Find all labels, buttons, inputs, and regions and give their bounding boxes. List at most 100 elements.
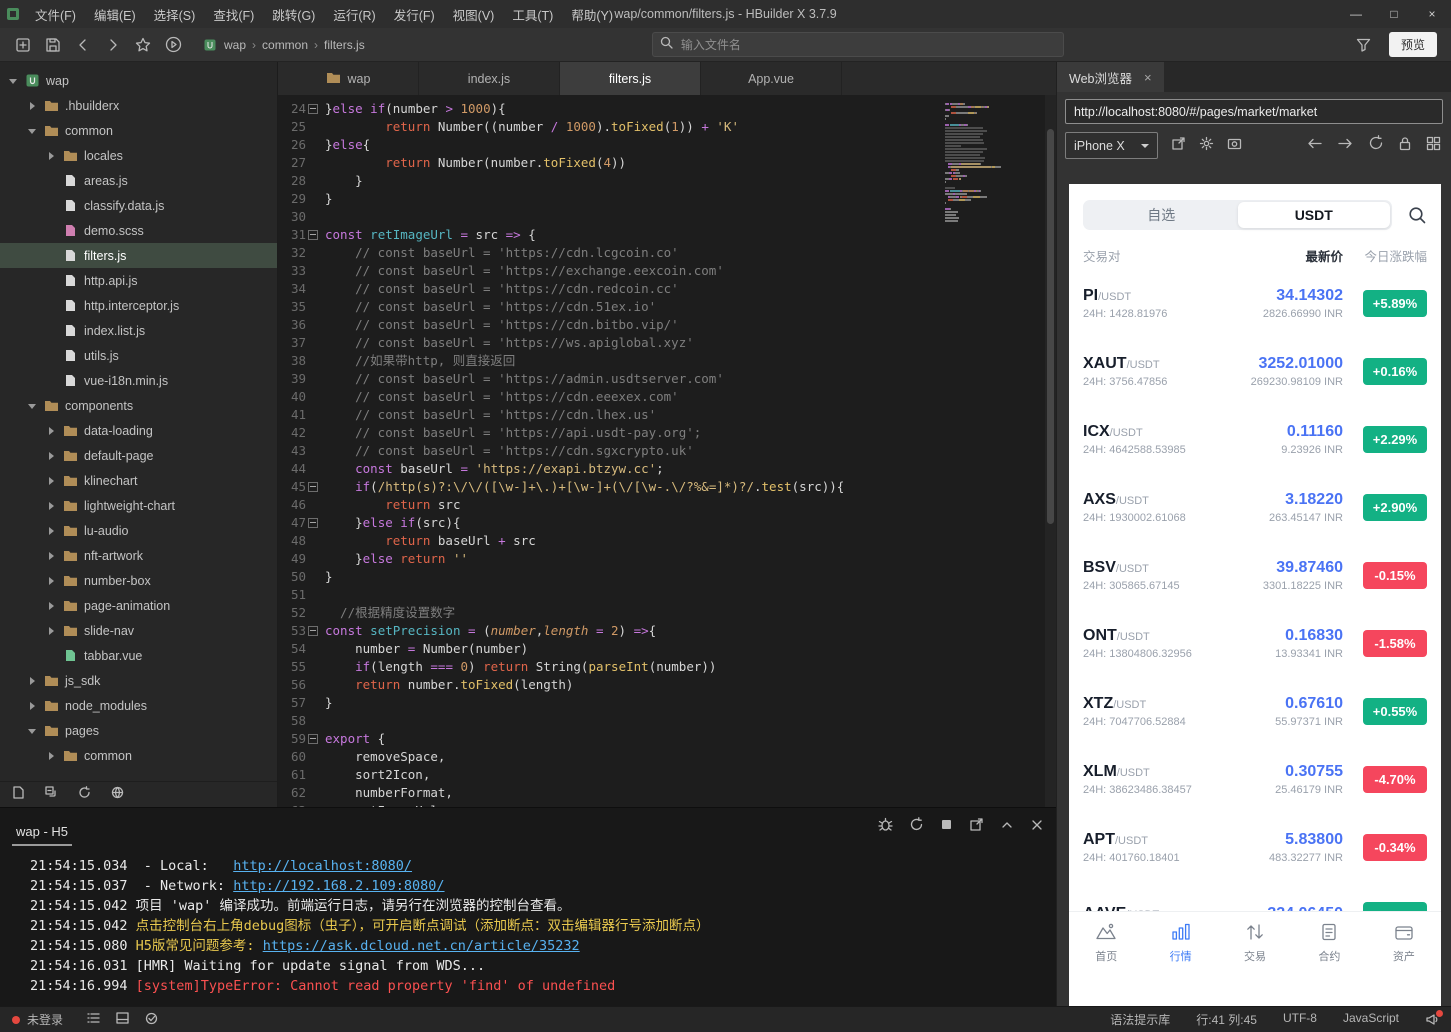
code-line[interactable]: 34 // const baseUrl = 'https://cdn.redco…	[278, 280, 945, 298]
line-number[interactable]: 45	[278, 478, 306, 496]
code-line[interactable]: 62 numberFormat,	[278, 784, 945, 802]
console-line[interactable]: 21:54:15.080 H5版常见问题参考: https://ask.dclo…	[30, 936, 1056, 956]
tree-item-number-box[interactable]: number-box	[0, 568, 277, 593]
line-number[interactable]: 44	[278, 460, 306, 478]
market-row-AAVE[interactable]: AAVE/USDT324.06450	[1069, 881, 1441, 913]
change-badge[interactable]: +5.89%	[1363, 289, 1427, 317]
tree-item-default-page[interactable]: default-page	[0, 443, 277, 468]
line-number[interactable]: 28	[278, 172, 306, 190]
tree-item-httpapijs[interactable]: http.api.js	[0, 268, 277, 293]
close-button[interactable]: ×	[1413, 0, 1451, 28]
line-number[interactable]: 42	[278, 424, 306, 442]
tree-item-hbuilderx[interactable]: .hbuilderx	[0, 93, 277, 118]
code-line[interactable]: 63 retImageUrl,	[278, 802, 945, 807]
share-sync-icon[interactable]	[145, 1012, 158, 1028]
change-badge[interactable]: +0.55%	[1363, 697, 1427, 725]
change-badge[interactable]: +0.16%	[1363, 357, 1427, 385]
market-row-XAUT[interactable]: XAUT/USDT 24H: 3756.47856 3252.01000 269230…	[1069, 337, 1441, 405]
console-line[interactable]: 21:54:15.037 - Network: http://192.168.2…	[30, 876, 1056, 896]
search-input[interactable]	[678, 36, 1056, 53]
tree-item-lu-audio[interactable]: lu-audio	[0, 518, 277, 543]
market-tab-自选[interactable]: 自选	[1085, 202, 1238, 228]
code-line[interactable]: 47 }else if(src){	[278, 514, 945, 532]
line-number[interactable]: 52	[278, 604, 306, 622]
market-row-BSV[interactable]: BSV/USDT 24H: 305865.67145 39.87460 3301.18…	[1069, 541, 1441, 609]
announcement-icon[interactable]	[1425, 1010, 1443, 1026]
line-number[interactable]: 49	[278, 550, 306, 568]
tree-item-lightweight-chart[interactable]: lightweight-chart	[0, 493, 277, 518]
line-number[interactable]: 54	[278, 640, 306, 658]
code-line[interactable]: 28 }	[278, 172, 945, 190]
tree-item-demoscss[interactable]: demo.scss	[0, 218, 277, 243]
line-number[interactable]: 35	[278, 298, 306, 316]
code-line[interactable]: 32 // const baseUrl = 'https://cdn.lcgco…	[278, 244, 945, 262]
editor-tab-wap[interactable]: wap	[278, 62, 419, 95]
code-line[interactable]: 58	[278, 712, 945, 730]
gear-icon[interactable]	[1199, 136, 1214, 156]
code-line[interactable]: 40 // const baseUrl = 'https://cdn.eeexe…	[278, 388, 945, 406]
line-number[interactable]: 41	[278, 406, 306, 424]
menu-item[interactable]: 视图(V)	[444, 0, 504, 28]
line-number[interactable]: 43	[278, 442, 306, 460]
console-line[interactable]: 21:54:15.042 点击控制台右上角debug图标（虫子），可开启断点调试…	[30, 916, 1056, 936]
line-number[interactable]: 26	[278, 136, 306, 154]
code-line[interactable]: 55 if(length === 0) return String(parseI…	[278, 658, 945, 676]
refresh-explorer-icon[interactable]	[78, 785, 91, 804]
tree-item-pages[interactable]: pages	[0, 718, 277, 743]
tree-item-nft-artwork[interactable]: nft-artwork	[0, 543, 277, 568]
screenshot-icon[interactable]	[1227, 136, 1242, 156]
collapse-all-icon[interactable]	[45, 785, 58, 804]
tree-item-data-loading[interactable]: data-loading	[0, 418, 277, 443]
code-line[interactable]: 30	[278, 208, 945, 226]
line-number[interactable]: 61	[278, 766, 306, 784]
code-line[interactable]: 51	[278, 586, 945, 604]
tree-item-indexlistjs[interactable]: index.list.js	[0, 318, 277, 343]
line-number[interactable]: 24	[278, 100, 306, 118]
login-status[interactable]: 未登录	[12, 1011, 63, 1028]
line-number[interactable]: 27	[278, 154, 306, 172]
panel-layout-icon[interactable]	[116, 1012, 129, 1027]
filter-icon[interactable]	[1349, 32, 1379, 58]
console-output[interactable]: 21:54:15.034 - Local: http://localhost:8…	[0, 846, 1056, 1006]
refresh-icon[interactable]	[1368, 135, 1384, 156]
close-icon[interactable]: ×	[1144, 70, 1152, 85]
tree-item-httpinterceptorjs[interactable]: http.interceptor.js	[0, 293, 277, 318]
menu-item[interactable]: 查找(F)	[204, 0, 263, 28]
line-number[interactable]: 62	[278, 784, 306, 802]
maximize-button[interactable]: □	[1375, 0, 1413, 28]
save-icon[interactable]	[38, 32, 68, 58]
forward-icon[interactable]	[98, 32, 128, 58]
code-line[interactable]: 36 // const baseUrl = 'https://cdn.bitbo…	[278, 316, 945, 334]
code-line[interactable]: 57}	[278, 694, 945, 712]
nav-back-icon[interactable]	[1306, 136, 1323, 156]
code-line[interactable]: 41 // const baseUrl = 'https://cdn.lhex.…	[278, 406, 945, 424]
code-line[interactable]: 25 return Number((number / 1000).toFixed…	[278, 118, 945, 136]
code-content[interactable]: 24}else if(number > 1000){25 return Numb…	[278, 95, 945, 807]
code-line[interactable]: 56 return number.toFixed(length)	[278, 676, 945, 694]
console-tab[interactable]: wap - H5	[12, 817, 73, 846]
change-badge[interactable]: +2.90%	[1363, 493, 1427, 521]
market-row-ICX[interactable]: ICX/USDT 24H: 4642588.53985 0.11160 9.23926…	[1069, 405, 1441, 473]
line-number[interactable]: 51	[278, 586, 306, 604]
code-line[interactable]: 27 return Number(number.toFixed(4))	[278, 154, 945, 172]
line-number[interactable]: 58	[278, 712, 306, 730]
line-number[interactable]: 50	[278, 568, 306, 586]
console-link[interactable]: http://localhost:8080/	[233, 858, 412, 874]
code-line[interactable]: 52 //根据精度设置数字	[278, 604, 945, 622]
code-line[interactable]: 42 // const baseUrl = 'https://api.usdt-…	[278, 424, 945, 442]
tree-item-tabbarvue[interactable]: tabbar.vue	[0, 643, 277, 668]
menu-item[interactable]: 编辑(E)	[85, 0, 145, 28]
menu-item[interactable]: 跳转(G)	[263, 0, 324, 28]
line-number[interactable]: 63	[278, 802, 306, 807]
line-number[interactable]: 30	[278, 208, 306, 226]
nav-item-交易[interactable]: 交易	[1218, 912, 1292, 974]
change-badge[interactable]: -1.58%	[1363, 629, 1427, 657]
tree-item-locales[interactable]: locales	[0, 143, 277, 168]
line-number[interactable]: 60	[278, 748, 306, 766]
line-number[interactable]: 38	[278, 352, 306, 370]
encoding[interactable]: UTF-8	[1283, 1011, 1317, 1028]
market-row-XTZ[interactable]: XTZ/USDT 24H: 7047706.52884 0.67610 55.9737…	[1069, 677, 1441, 745]
nav-item-行情[interactable]: 行情	[1143, 912, 1217, 974]
tree-item-js_sdk[interactable]: js_sdk	[0, 668, 277, 693]
menu-item[interactable]: 运行(R)	[324, 0, 384, 28]
